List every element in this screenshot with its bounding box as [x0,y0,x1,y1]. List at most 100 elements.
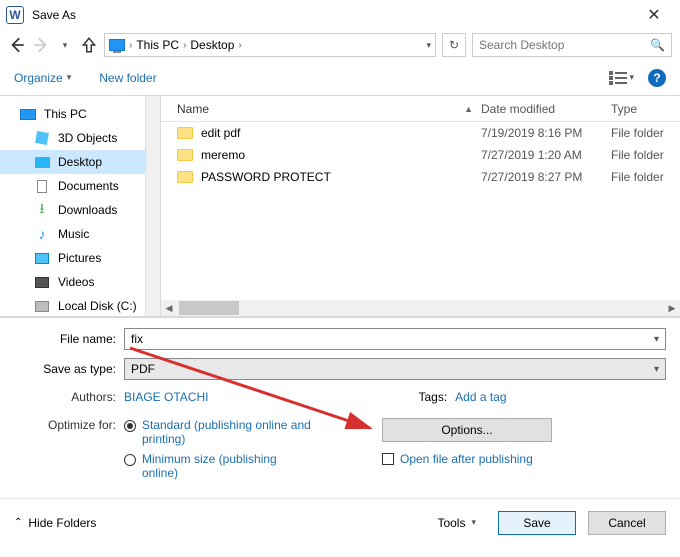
file-date: 7/27/2019 8:27 PM [481,170,611,184]
savetype-value: PDF [131,362,155,376]
file-type: File folder [611,170,680,184]
optimize-minimum-radio[interactable]: Minimum size (publishing online) [124,452,312,480]
file-name: PASSWORD PROTECT [201,170,331,184]
dropdown-icon[interactable]: ▾ [654,364,659,375]
savetype-label: Save as type: [14,362,124,376]
file-type: File folder [611,148,680,162]
sidebar-item-downloads[interactable]: ⭳ Downloads [0,198,160,222]
pc-icon [109,39,125,51]
chevron-down-icon: ▾ [67,72,72,83]
sidebar-item-desktop[interactable]: Desktop [0,150,160,174]
word-app-icon: W [6,6,24,24]
sidebar-item-3d-objects[interactable]: 3D Objects [0,126,160,150]
scroll-thumb[interactable] [179,301,239,315]
recent-dropdown-icon[interactable]: ▾ [56,36,74,54]
authors-value[interactable]: BIAGE OTACHI [124,390,208,404]
sort-asc-icon: ▲ [464,104,473,114]
chevron-right-icon: › [129,40,132,51]
sidebar: This PC 3D Objects Desktop Documents ⭳ D… [0,96,161,316]
videos-icon [35,277,49,288]
radio-checked-icon [124,420,136,432]
chevron-right-icon: › [183,40,186,51]
search-icon: 🔍 [650,38,665,52]
sidebar-item-label: This PC [44,107,87,121]
search-input[interactable]: 🔍 [472,33,672,57]
cube-icon [35,131,49,145]
sidebar-item-music[interactable]: ♪ Music [0,222,160,246]
table-row[interactable]: meremo 7/27/2019 1:20 AM File folder [161,144,680,166]
sidebar-item-label: Pictures [58,251,101,265]
disk-icon [35,301,49,312]
radio-unchecked-icon [124,454,136,466]
column-header-date[interactable]: Date modified [481,102,611,116]
savetype-select[interactable]: PDF ▾ [124,358,666,380]
sidebar-item-label: Desktop [58,155,102,169]
optimize-label: Optimize for: [14,418,124,432]
chevron-up-icon: ⌃ [14,517,22,528]
music-icon: ♪ [39,226,46,242]
sidebar-item-label: Downloads [58,203,117,217]
filename-label: File name: [14,332,124,346]
authors-label: Authors: [14,390,124,404]
horizontal-scrollbar[interactable]: ◀ ▶ [161,300,680,316]
chevron-down-icon: ▾ [471,517,476,528]
search-field[interactable] [479,38,650,52]
hide-folders-button[interactable]: ⌃ Hide Folders [14,516,96,530]
file-name: edit pdf [201,126,240,140]
checkbox-unchecked-icon [382,453,394,465]
chevron-right-icon: › [238,40,241,51]
scroll-left-icon[interactable]: ◀ [161,300,177,316]
document-icon [37,180,47,193]
sidebar-item-label: Local Disk (C:) [58,299,137,313]
window-title: Save As [32,8,634,22]
cancel-button[interactable]: Cancel [588,511,666,535]
help-icon[interactable]: ? [648,69,666,87]
options-button[interactable]: Options... [382,418,552,442]
sidebar-item-label: Music [58,227,89,241]
filename-value: fix [131,332,143,346]
dropdown-icon[interactable]: ▾ [654,334,659,345]
hide-folders-label: Hide Folders [28,516,96,530]
download-icon: ⭳ [40,198,45,222]
breadcrumb-this-pc[interactable]: This PC [136,38,179,52]
save-button[interactable]: Save [498,511,576,535]
sidebar-item-this-pc[interactable]: This PC [0,102,160,126]
open-after-checkbox[interactable]: Open file after publishing [382,452,533,466]
desktop-icon [35,157,50,168]
table-row[interactable]: edit pdf 7/19/2019 8:16 PM File folder [161,122,680,144]
back-icon[interactable] [8,36,26,54]
forward-icon [32,36,50,54]
tags-value[interactable]: Add a tag [455,390,506,404]
scroll-right-icon[interactable]: ▶ [664,300,680,316]
column-header-type[interactable]: Type [611,102,680,116]
optimize-standard-radio[interactable]: Standard (publishing online and printing… [124,418,312,446]
folder-icon [177,149,193,161]
refresh-icon[interactable]: ↻ [442,33,466,57]
breadcrumb[interactable]: › This PC › Desktop › ▾ [104,33,436,57]
up-icon[interactable] [80,36,98,54]
view-mode-button[interactable]: ▾ [609,71,634,85]
new-folder-button[interactable]: New folder [99,71,156,85]
folder-icon [177,171,193,183]
breadcrumb-desktop[interactable]: Desktop [190,38,234,52]
checkbox-label: Open file after publishing [400,452,533,466]
sidebar-item-local-disk[interactable]: Local Disk (C:) [0,294,160,316]
file-list: Name ▲ Date modified Type edit pdf 7/19/… [161,96,680,316]
sidebar-item-label: 3D Objects [58,131,117,145]
breadcrumb-dropdown-icon[interactable]: ▾ [426,40,431,51]
monitor-icon [20,109,36,120]
file-name: meremo [201,148,245,162]
table-row[interactable]: PASSWORD PROTECT 7/27/2019 8:27 PM File … [161,166,680,188]
sidebar-item-videos[interactable]: Videos [0,270,160,294]
close-icon[interactable]: ✕ [634,5,674,25]
radio-label: Standard (publishing online and printing… [142,418,312,446]
sidebar-item-documents[interactable]: Documents [0,174,160,198]
tags-label: Tags: [418,390,447,404]
tools-menu[interactable]: Tools▾ [437,516,476,530]
organize-menu[interactable]: Organize▾ [14,71,71,85]
pictures-icon [35,253,49,264]
sidebar-item-pictures[interactable]: Pictures [0,246,160,270]
filename-input[interactable]: fix ▾ [124,328,666,350]
file-date: 7/27/2019 1:20 AM [481,148,611,162]
column-header-name[interactable]: Name ▲ [161,102,481,116]
